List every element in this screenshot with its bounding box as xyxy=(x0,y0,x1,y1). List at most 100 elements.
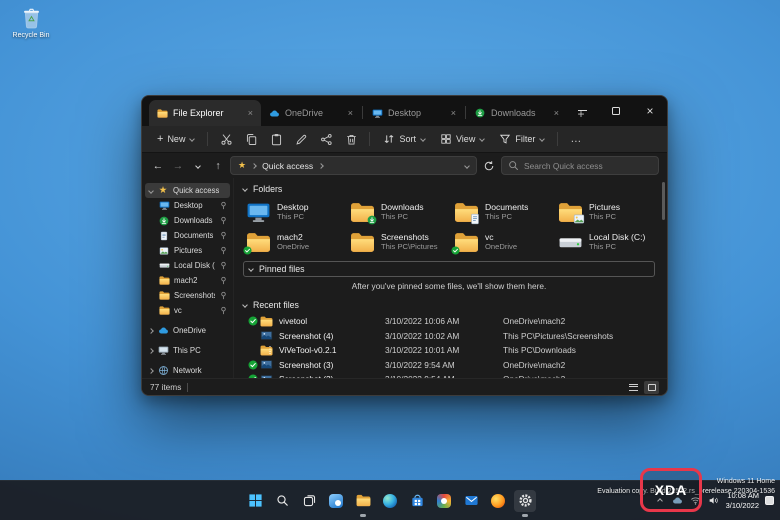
folder-tile-desktop[interactable]: Desktop This PC xyxy=(243,198,343,226)
filter-button[interactable]: Filter xyxy=(493,130,550,148)
chevron-right-icon xyxy=(148,327,154,334)
close-tab-icon[interactable]: × xyxy=(450,108,457,118)
search-input[interactable] xyxy=(524,160,652,171)
photos-button[interactable] xyxy=(433,490,455,512)
task-view-button[interactable] xyxy=(298,490,320,512)
back-button[interactable]: ← xyxy=(150,157,166,175)
filter-icon xyxy=(499,133,511,145)
close-tab-icon[interactable]: × xyxy=(347,108,354,118)
notification-icon[interactable] xyxy=(765,496,774,505)
breadcrumb[interactable]: Quick access xyxy=(262,161,313,171)
status-divider xyxy=(187,382,189,392)
sidebar-item-mach2[interactable]: mach2 xyxy=(145,273,230,288)
sidebar-item-downloads[interactable]: Downloads xyxy=(145,213,230,228)
pin-icon xyxy=(219,201,227,210)
pin-icon xyxy=(219,276,227,285)
sidebar-item-desktop[interactable]: Desktop xyxy=(145,198,230,213)
section-title: Folders xyxy=(253,184,283,194)
up-button[interactable]: ↑ xyxy=(210,157,226,175)
minimize-button[interactable] xyxy=(565,96,599,125)
synced-check-icon xyxy=(245,360,260,370)
chevron-down-icon xyxy=(479,136,486,142)
share-button[interactable] xyxy=(315,129,337,149)
sidebar-item-onedrive[interactable]: OneDrive xyxy=(145,323,230,338)
edge-button[interactable] xyxy=(379,490,401,512)
recent-row-screenshot-2[interactable]: Screenshot (2) 3/10/2022 9:54 AM OneDriv… xyxy=(243,372,655,378)
paste-button[interactable] xyxy=(265,129,287,149)
sidebar-item-vc[interactable]: vc xyxy=(145,303,230,318)
delete-button[interactable] xyxy=(340,129,362,149)
view-button[interactable]: View xyxy=(434,130,490,148)
address-bar[interactable]: ★ Quick access xyxy=(230,156,477,175)
maximize-button[interactable] xyxy=(599,96,633,125)
computer-icon xyxy=(157,345,169,356)
forward-button[interactable]: → xyxy=(170,157,186,175)
recent-locations-button[interactable] xyxy=(190,157,206,175)
close-tab-icon[interactable]: × xyxy=(247,108,254,118)
section-recent-header[interactable]: Recent files xyxy=(242,298,655,312)
address-dropdown-button[interactable] xyxy=(464,162,470,169)
search-box[interactable] xyxy=(501,156,659,175)
details-view-button[interactable] xyxy=(626,381,641,394)
copy-button[interactable] xyxy=(240,129,262,149)
tab-onedrive[interactable]: OneDrive × xyxy=(261,100,361,126)
scrollbar-thumb[interactable] xyxy=(662,182,665,220)
folder-tile-documents[interactable]: Documents This PC xyxy=(451,198,551,226)
breadcrumb-separator-icon xyxy=(318,162,325,169)
close-tab-icon[interactable]: × xyxy=(553,108,560,118)
synced-check-icon xyxy=(245,316,260,326)
view-label: View xyxy=(455,134,476,144)
firefox-button[interactable] xyxy=(487,490,509,512)
mail-button[interactable] xyxy=(460,490,482,512)
scrollbar[interactable] xyxy=(662,182,665,374)
section-folders-header[interactable]: Folders xyxy=(242,182,655,196)
folder-tile-pictures[interactable]: Pictures This PC xyxy=(555,198,655,226)
recent-row-vivetool[interactable]: vivetool 3/10/2022 10:06 AM OneDrive\mac… xyxy=(243,314,655,329)
image-icon xyxy=(260,373,279,378)
settings-button[interactable] xyxy=(514,489,536,512)
widgets-button[interactable] xyxy=(325,490,347,512)
sort-button[interactable]: Sort xyxy=(377,130,431,148)
recent-files-list: vivetool 3/10/2022 10:06 AM OneDrive\mac… xyxy=(243,314,655,378)
large-thumbnails-view-button[interactable] xyxy=(644,380,659,394)
tab-downloads[interactable]: Downloads × xyxy=(467,100,567,126)
tab-file-explorer[interactable]: File Explorer × xyxy=(149,100,261,126)
tab-desktop[interactable]: Desktop × xyxy=(364,100,464,126)
edge-icon xyxy=(383,493,397,508)
taskbar-search-button[interactable] xyxy=(271,490,293,512)
tab-label: File Explorer xyxy=(173,108,224,118)
recent-row-screenshot-4[interactable]: Screenshot (4) 3/10/2022 10:02 AM This P… xyxy=(243,329,655,344)
sidebar-item-pictures[interactable]: Pictures xyxy=(145,243,230,258)
pictures-folder-icon xyxy=(558,202,583,223)
store-button[interactable] xyxy=(406,490,428,512)
folder-tile-downloads[interactable]: Downloads This PC xyxy=(347,198,447,226)
folder-tile-vc[interactable]: vc OneDrive xyxy=(451,228,551,256)
pin-icon xyxy=(219,246,227,255)
rename-button[interactable] xyxy=(290,129,312,149)
sidebar-item-screenshots[interactable]: Screenshots xyxy=(145,288,230,303)
folder-tile-mach2[interactable]: mach2 OneDrive xyxy=(243,228,343,256)
file-explorer-button[interactable] xyxy=(352,490,374,512)
sidebar-item-network[interactable]: Network xyxy=(145,363,230,378)
more-options-button[interactable]: … xyxy=(565,129,587,149)
recent-row-vivetool-zip[interactable]: ViVeTool-v0.2.1 3/10/2022 10:01 AM This … xyxy=(243,343,655,358)
search-icon xyxy=(508,160,519,171)
start-button[interactable] xyxy=(244,490,266,512)
sort-label: Sort xyxy=(399,134,416,144)
section-pinned-header[interactable]: Pinned files xyxy=(243,261,655,277)
recent-row-screenshot-3[interactable]: Screenshot (3) 3/10/2022 9:54 AM OneDriv… xyxy=(243,358,655,373)
folder-tile-local-disk[interactable]: Local Disk (C:) This PC xyxy=(555,228,655,256)
cut-button[interactable] xyxy=(215,129,237,149)
refresh-button[interactable] xyxy=(481,157,497,175)
close-button[interactable]: × xyxy=(633,96,667,125)
sidebar-item-this-pc[interactable]: This PC xyxy=(145,343,230,358)
sidebar-item-quick-access[interactable]: ★ Quick access xyxy=(145,183,230,198)
folder-tile-screenshots[interactable]: Screenshots This PC\Pictures xyxy=(347,228,447,256)
folder-icon xyxy=(158,305,170,316)
sidebar-item-documents[interactable]: Documents xyxy=(145,228,230,243)
new-button[interactable]: + New xyxy=(151,131,200,148)
recycle-bin[interactable]: Recycle Bin xyxy=(7,7,55,39)
sidebar-item-local-disk[interactable]: Local Disk (C:) xyxy=(145,258,230,273)
synced-check-icon xyxy=(245,374,260,378)
tab-label: OneDrive xyxy=(285,108,324,118)
